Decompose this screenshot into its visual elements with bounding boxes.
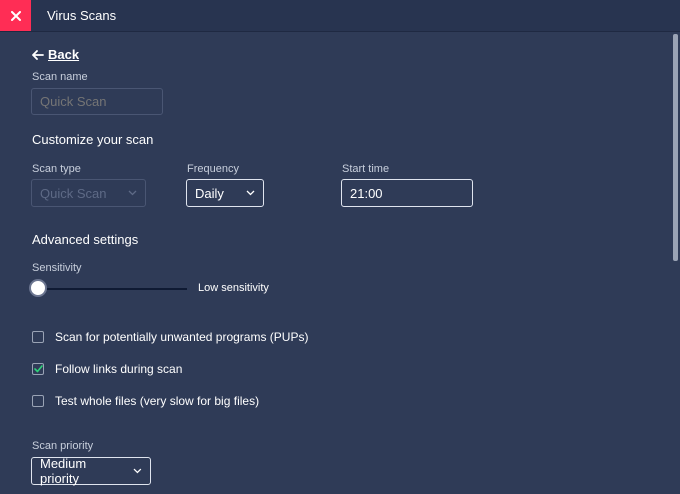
frequency-select[interactable]: Daily [186,179,264,207]
scrollbar-thumb[interactable] [673,34,678,261]
close-button[interactable] [0,0,31,31]
checkmark-icon [33,365,43,373]
pups-checkbox[interactable] [32,331,44,343]
sensitivity-value: Low sensitivity [198,282,269,294]
option-label: Follow links during scan [55,362,183,376]
follow-links-checkbox[interactable] [32,363,44,375]
close-icon [10,10,21,21]
window-title: Virus Scans [47,8,117,23]
option-pups[interactable]: Scan for potentially unwanted programs (… [32,330,308,344]
chevron-down-icon [128,190,137,196]
option-follow-links[interactable]: Follow links during scan [32,362,182,376]
advanced-heading: Advanced settings [32,232,139,247]
back-label: Back [48,47,80,62]
scan-type-select[interactable]: Quick Scan [31,179,146,207]
start-time-input[interactable] [341,179,473,207]
sensitivity-label: Sensitivity [32,262,82,274]
priority-label: Scan priority [32,440,94,452]
option-label: Test whole files (very slow for big file… [55,394,260,408]
frequency-value: Daily [195,185,224,201]
chevron-down-icon [246,190,255,196]
priority-value: Medium priority [40,456,87,486]
arrow-left-icon [32,49,44,60]
back-link[interactable]: Back [32,47,79,62]
whole-files-checkbox[interactable] [32,395,44,407]
sensitivity-slider-track[interactable] [38,288,187,290]
chevron-down-icon [133,468,142,474]
option-whole-files[interactable]: Test whole files (very slow for big file… [32,394,259,408]
scan-name-input[interactable] [31,88,163,115]
option-label: Scan for potentially unwanted programs (… [55,330,309,344]
scan-type-value: Quick Scan [40,185,107,201]
priority-select[interactable]: Medium priority [31,456,151,486]
frequency-label: Frequency [187,163,239,175]
scan-type-label: Scan type [32,163,81,175]
title-bar: Virus Scans [0,0,680,32]
scan-name-label: Scan name [32,71,88,83]
sensitivity-slider-handle[interactable] [29,279,47,297]
start-time-label: Start time [342,163,390,175]
customize-heading: Customize your scan [32,132,154,147]
